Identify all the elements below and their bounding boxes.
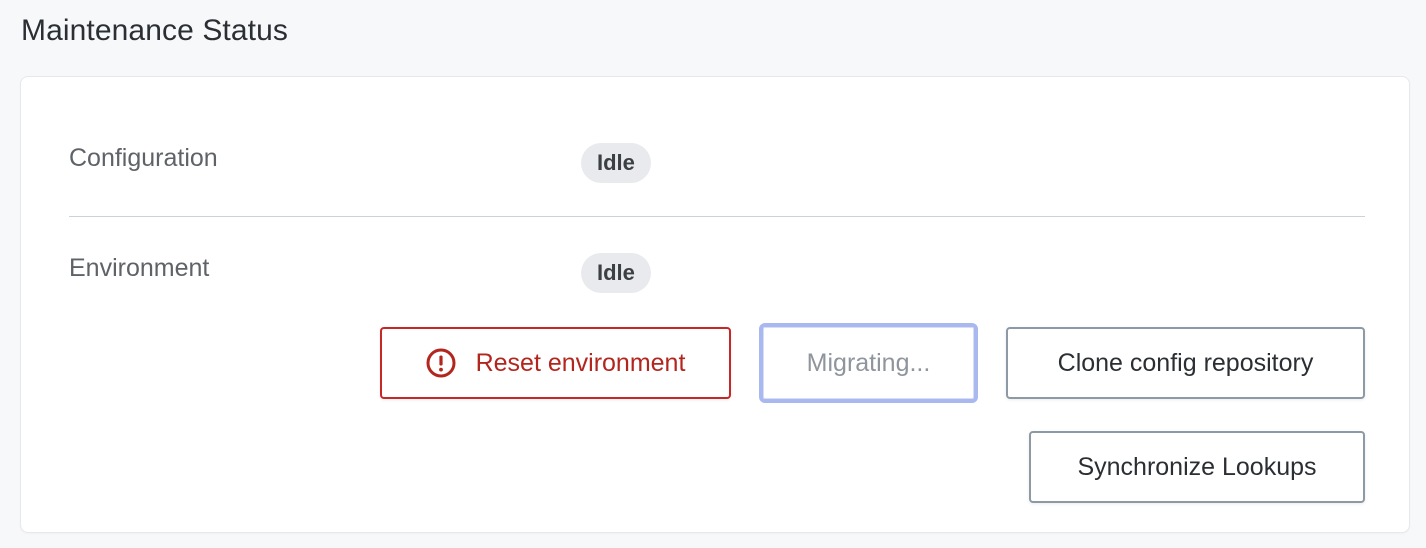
reset-environment-label: Reset environment: [475, 348, 686, 377]
synchronize-lookups-button[interactable]: Synchronize Lookups: [1029, 431, 1365, 503]
environment-status-badge: Idle: [581, 253, 651, 293]
synchronize-lookups-label: Synchronize Lookups: [1077, 452, 1317, 481]
clone-config-repository-button[interactable]: Clone config repository: [1006, 327, 1365, 399]
migrating-label: Migrating...: [806, 348, 931, 377]
reset-environment-button[interactable]: Reset environment: [380, 327, 731, 399]
configuration-label: Configuration: [69, 144, 218, 172]
page-title: Maintenance Status: [21, 14, 288, 47]
row-divider: [69, 216, 1365, 217]
alert-circle-icon: [426, 348, 456, 378]
configuration-status-badge: Idle: [581, 143, 651, 183]
maintenance-status-card: Configuration Idle Environment Idle Rese…: [20, 76, 1410, 533]
migrating-button[interactable]: Migrating...: [759, 323, 978, 403]
environment-label: Environment: [69, 254, 210, 282]
clone-config-repository-label: Clone config repository: [1057, 348, 1314, 377]
